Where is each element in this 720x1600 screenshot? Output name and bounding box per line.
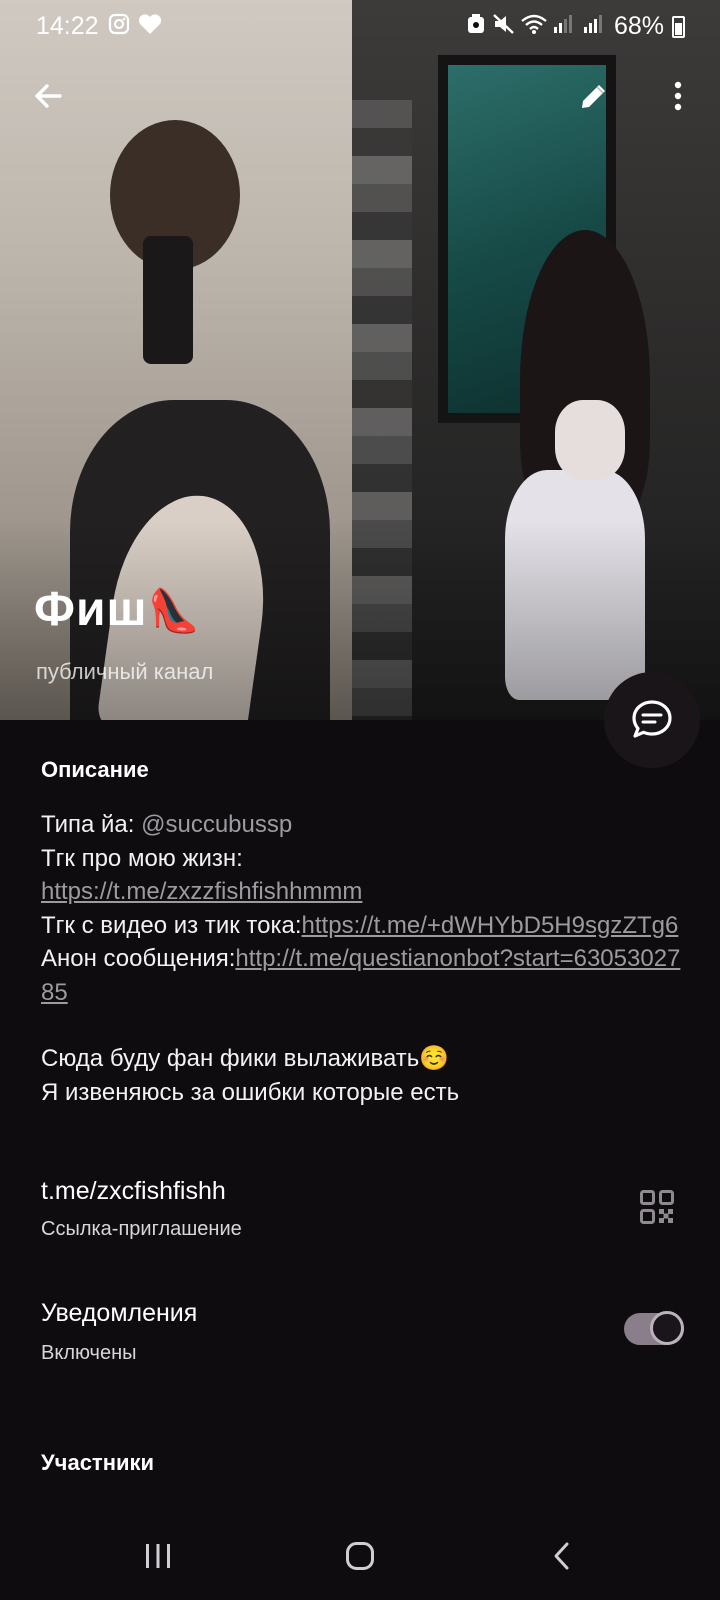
channel-name-text: Фиш bbox=[34, 583, 148, 636]
arrow-left-icon bbox=[35, 84, 62, 108]
recent-apps-icon bbox=[146, 1544, 170, 1568]
qr-code-icon bbox=[640, 1190, 674, 1224]
status-bar: 14:22 68% bbox=[0, 0, 720, 52]
home-icon bbox=[346, 1542, 374, 1570]
edit-button[interactable] bbox=[566, 68, 622, 124]
channel-name: Фиш👠 bbox=[34, 582, 201, 637]
mute-icon bbox=[492, 13, 516, 41]
cover-anime-face bbox=[555, 400, 625, 480]
notifications-state: Включены bbox=[41, 1342, 137, 1364]
home-button[interactable] bbox=[330, 1526, 390, 1586]
toggle-knob bbox=[650, 1311, 684, 1345]
system-nav-bar bbox=[0, 1510, 720, 1600]
invite-link[interactable]: t.me/zxcfishfishh bbox=[41, 1177, 226, 1206]
instagram-icon bbox=[108, 13, 130, 41]
desc-line-6: Я извеняюсь за ошибки которые есть bbox=[41, 1078, 460, 1106]
pencil-icon bbox=[582, 85, 605, 108]
desc-line-4: Анон сообщения:http://t.me/questianonbot… bbox=[41, 942, 691, 1009]
notifications-title: Уведомления bbox=[41, 1299, 198, 1327]
desc-spacer bbox=[41, 1009, 691, 1042]
system-back-button[interactable] bbox=[532, 1526, 592, 1586]
desc-line-1-label: Типа йа: bbox=[41, 811, 142, 838]
more-menu-button[interactable] bbox=[650, 68, 706, 124]
author-handle-link[interactable]: @succubussp bbox=[141, 811, 292, 838]
channel-emoji: 👠 bbox=[147, 587, 201, 634]
heart-icon bbox=[138, 13, 162, 41]
desc-line-2-link-row: https://t.me/zxzzfishfishhmmm bbox=[41, 875, 691, 909]
desc-line-3-label: Тгк с видео из тик тока: bbox=[41, 911, 302, 939]
battery-icon bbox=[672, 16, 685, 38]
members-title: Участники bbox=[41, 1450, 155, 1475]
channel-type: публичный канал bbox=[36, 659, 214, 684]
qr-code-button[interactable] bbox=[640, 1190, 674, 1224]
cleaner-icon bbox=[466, 13, 486, 41]
cover-figure-phone bbox=[143, 236, 193, 364]
discussion-button[interactable] bbox=[604, 672, 700, 768]
desc-line-2: Тгк про мою жизн: bbox=[41, 844, 243, 872]
desc-line-1: Типа йа: @succubussp bbox=[41, 808, 691, 842]
tiktok-channel-link[interactable]: https://t.me/+dWHYbD5H9sgzZTg6 bbox=[302, 912, 679, 939]
notifications-toggle[interactable] bbox=[624, 1311, 684, 1345]
chat-bubble-icon bbox=[632, 700, 672, 738]
desc-line-3: Тгк с видео из тик тока:https://t.me/+dW… bbox=[41, 909, 691, 943]
signal-icon-1 bbox=[552, 13, 574, 41]
status-time: 14:22 bbox=[36, 12, 99, 40]
description-title: Описание bbox=[41, 757, 149, 782]
channel-description: Типа йа: @succubussp Тгк про мою жизн: h… bbox=[41, 808, 691, 1109]
desc-line-4-label: Анон сообщения: bbox=[41, 945, 236, 972]
battery-percent: 68% bbox=[614, 12, 665, 40]
back-button[interactable] bbox=[20, 68, 76, 124]
desc-line-5: Сюда буду фан фики вылаживать☺️ bbox=[41, 1045, 450, 1072]
signal-icon-2 bbox=[582, 13, 604, 41]
chevron-left-icon bbox=[554, 1542, 569, 1570]
life-channel-link[interactable]: https://t.me/zxzzfishfishhmmm bbox=[41, 878, 362, 905]
more-vertical-icon bbox=[674, 81, 682, 111]
invite-link-label: Ссылка-приглашение bbox=[41, 1218, 242, 1240]
recent-apps-button[interactable] bbox=[128, 1526, 188, 1586]
wifi-icon bbox=[520, 13, 548, 41]
